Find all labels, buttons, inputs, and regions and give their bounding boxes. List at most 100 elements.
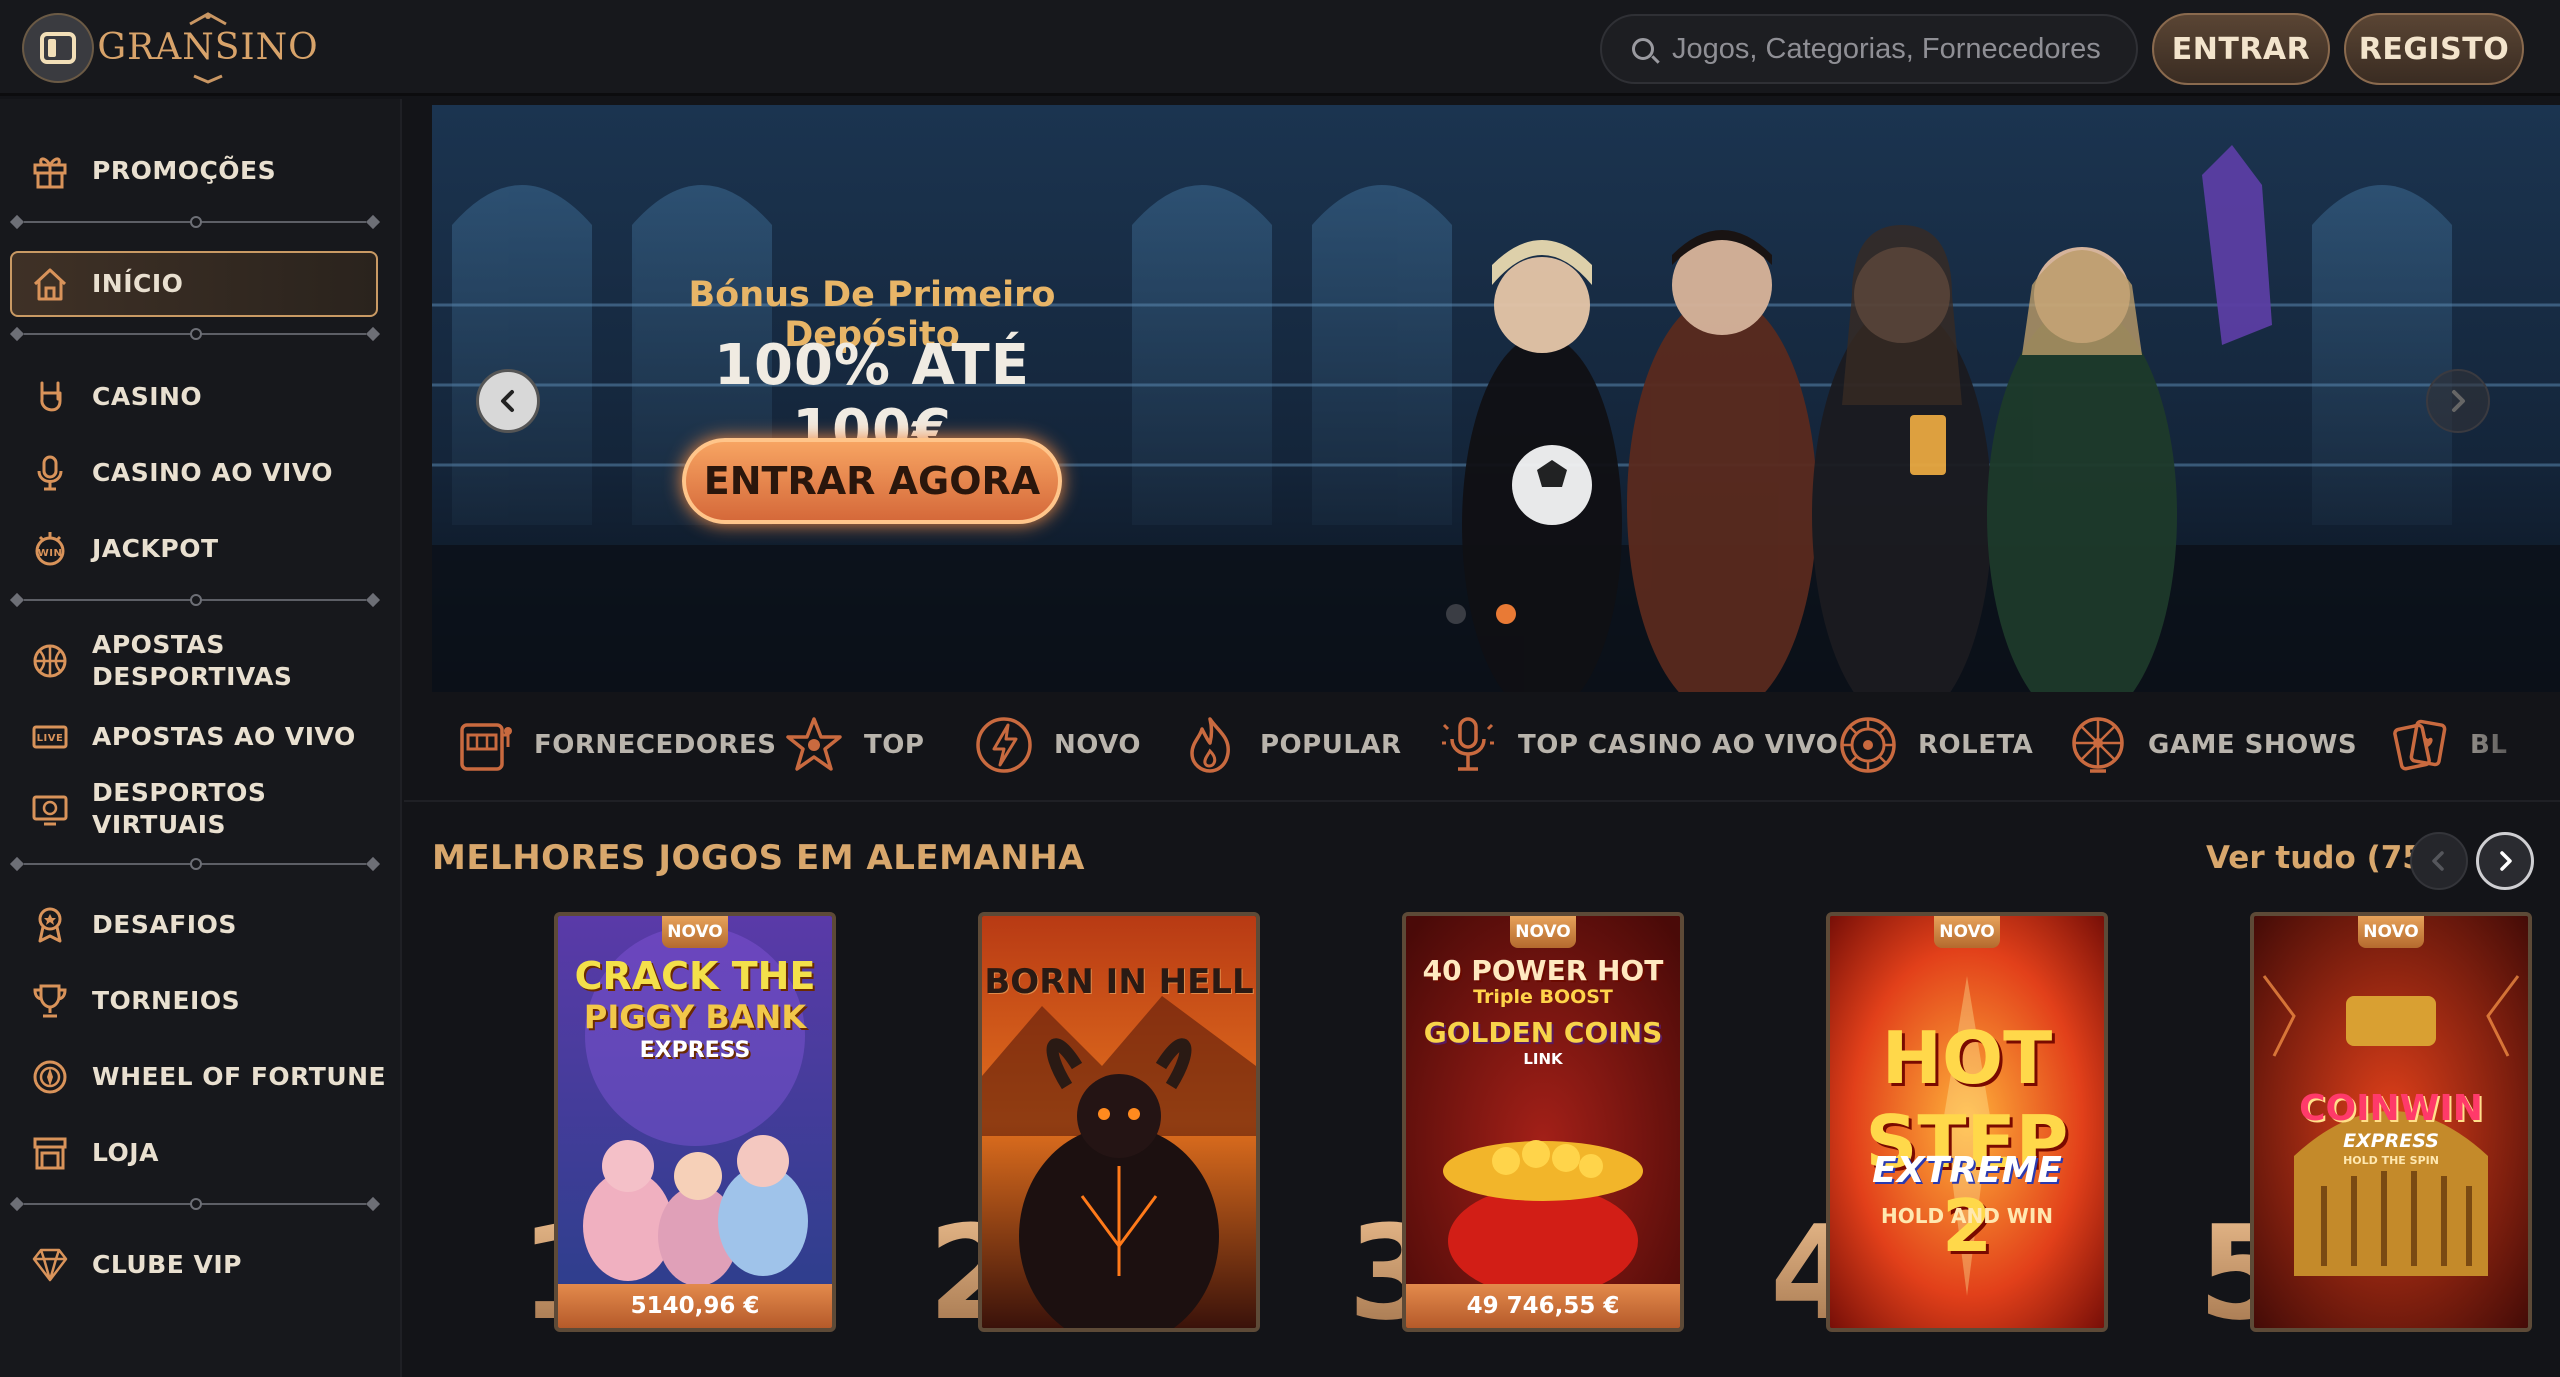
medal-icon — [30, 905, 70, 945]
sidebar-item-desportos-virtuais[interactable]: DESPORTOS VIRTUAIS — [30, 777, 350, 841]
rock-hand-icon — [30, 377, 70, 417]
sidebar-item-label: DESAFIOS — [92, 910, 237, 939]
category-label: TOP — [864, 730, 925, 760]
gift-icon — [30, 151, 70, 191]
category-label: POPULAR — [1260, 730, 1402, 760]
game-title-line: HOT STEP 2 — [1865, 1016, 2069, 1268]
sidebar-item-label: APOSTAS DESPORTIVAS — [92, 630, 293, 691]
sidebar-divider — [9, 326, 381, 342]
game-card-5[interactable]: COINWIN EXPRESS HOLD THE SPIN NOVO — [2250, 912, 2532, 1332]
flame-icon — [1190, 717, 1230, 773]
category-label: NOVO — [1054, 730, 1141, 760]
category-game-shows[interactable]: GAME SHOWS — [2066, 700, 2357, 790]
game-title-line: PIGGY BANK — [583, 998, 807, 1036]
section-title: MELHORES JOGOS EM ALEMANHA — [432, 838, 1085, 878]
login-button[interactable]: ENTRAR — [2152, 13, 2330, 85]
site-logo[interactable]: GRANSINO — [97, 10, 318, 84]
chevron-right-icon — [2500, 851, 2512, 871]
chevron-left-icon — [2432, 851, 2444, 871]
category-popular[interactable]: POPULAR — [1178, 700, 1402, 790]
sidebar-divider — [9, 214, 381, 230]
game-card-4[interactable]: HOT STEP 2 EXTREME HOLD AND WIN NOVO — [1826, 912, 2108, 1332]
content-divider — [404, 800, 2560, 802]
category-label: TOP CASINO AO VIVO — [1518, 730, 1839, 760]
game-title-line: HOLD AND WIN — [1880, 1204, 2054, 1228]
sidebar-item-inicio[interactable]: INÍCIO — [30, 264, 183, 304]
new-badge: NOVO — [662, 916, 728, 948]
sidebar-item-torneios[interactable]: TORNEIOS — [30, 981, 240, 1021]
sidebar-item-label: INÍCIO — [92, 269, 184, 298]
sidebar-item-apostas-desportivas[interactable]: APOSTAS DESPORTIVAS — [30, 629, 350, 693]
banner-next-button[interactable] — [2426, 369, 2490, 433]
sidebar-divider — [9, 856, 381, 872]
sidebar-item-label: TORNEIOS — [92, 986, 241, 1015]
sidebar-item-casino-ao-vivo[interactable]: CASINO AO VIVO — [30, 453, 333, 493]
top-header: GRANSINO ENTRAR REGISTO — [0, 0, 2560, 96]
promo-banner[interactable]: Bónus De Primeiro Depósito 100% ATÉ 100€… — [432, 105, 2560, 692]
live-badge-icon: LIVE — [30, 717, 70, 757]
category-top-casino-ao-vivo[interactable]: TOP CASINO AO VIVO — [1436, 700, 1838, 790]
lightning-icon — [976, 717, 1032, 773]
new-badge: NOVO — [1934, 916, 2000, 948]
sidebar-divider — [9, 592, 381, 608]
game-title-line: EXTREME — [1872, 1150, 2062, 1191]
sidebar-item-wheel-of-fortune[interactable]: WHEEL OF FORTUNE — [30, 1057, 386, 1097]
category-fornecedores[interactable]: FORNECEDORES — [452, 700, 776, 790]
sidebar-item-jackpot[interactable]: WIN JACKPOT — [30, 529, 219, 569]
sidebar-item-label: CLUBE VIP — [92, 1250, 242, 1279]
microphone-icon — [1442, 717, 1494, 771]
wheel-icon — [30, 1057, 70, 1097]
sidebar-item-label: PROMOÇÕES — [92, 156, 277, 185]
category-roleta[interactable]: ROLETA — [1836, 700, 2033, 790]
chevron-left-icon — [501, 390, 514, 412]
sidebar-item-label: LOJA — [92, 1138, 159, 1167]
banner-cta-button[interactable]: ENTRAR AGORA — [682, 438, 1062, 524]
game-card-3[interactable]: 40 POWER HOT Triple BOOST GOLDEN COINS L… — [1402, 912, 1684, 1332]
game-title-line: EXPRESS — [2343, 1130, 2439, 1152]
slide-indicator-1[interactable] — [1446, 604, 1466, 624]
svg-text:LIVE: LIVE — [37, 733, 64, 744]
sidebar-item-loja[interactable]: LOJA — [30, 1133, 159, 1173]
game-title-line: Triple BOOST — [1473, 986, 1613, 1008]
sidebar-item-apostas-ao-vivo[interactable]: LIVE APOSTAS AO VIVO — [30, 717, 356, 757]
game-title-line: CRACK THE — [574, 954, 816, 998]
home-icon — [30, 264, 70, 304]
prize-wheel-icon — [2072, 717, 2124, 773]
category-top[interactable]: TOP — [782, 700, 924, 790]
game-title-line: COINWIN — [2299, 1088, 2483, 1129]
shop-icon — [30, 1133, 70, 1173]
banner-prev-button[interactable] — [476, 369, 540, 433]
game-card-1[interactable]: CRACK THE PIGGY BANK EXPRESS NOVO 5140,9… — [554, 912, 836, 1332]
game-title-line: GOLDEN COINS — [1423, 1016, 1663, 1049]
search-input[interactable] — [1672, 32, 2112, 66]
games-next-button[interactable] — [2476, 832, 2534, 890]
jackpot-amount: 5140,96 € — [558, 1284, 832, 1328]
svg-text:WIN: WIN — [38, 548, 63, 559]
sidebar-item-desafios[interactable]: DESAFIOS — [30, 905, 237, 945]
sidebar-item-label: CASINO AO VIVO — [92, 458, 333, 487]
game-title-line: EXPRESS — [639, 1038, 751, 1063]
category-bar: FORNECEDORES TOP NOVO POPULAR TOP CASINO… — [432, 700, 2560, 790]
sidebar-toggle-button[interactable] — [22, 13, 94, 83]
sidebar: PROMOÇÕES INÍCIO CASINO CASINO AO VIVO W… — [0, 99, 402, 1377]
category-label: ROLETA — [1918, 730, 2034, 760]
sidebar-divider — [9, 1196, 381, 1212]
jackpot-win-icon: WIN — [30, 529, 70, 569]
category-novo[interactable]: NOVO — [972, 700, 1141, 790]
register-button[interactable]: REGISTO — [2344, 13, 2524, 85]
sidebar-item-label: DESPORTOS VIRTUAIS — [92, 778, 267, 839]
trophy-icon — [30, 981, 70, 1021]
game-card-2[interactable]: BORN IN HELL — [978, 912, 1260, 1332]
slide-indicator-2[interactable] — [1496, 604, 1516, 624]
sidebar-item-casino[interactable]: CASINO — [30, 377, 202, 417]
logo-text: GRANSINO — [97, 26, 319, 68]
diamond-icon — [30, 1245, 70, 1285]
chevron-right-icon — [2452, 390, 2465, 412]
search-box[interactable] — [1600, 14, 2138, 84]
sidebar-item-clube-vip[interactable]: CLUBE VIP — [30, 1245, 242, 1285]
game-title-line: 40 POWER HOT — [1422, 954, 1664, 987]
sidebar-item-label: JACKPOT — [92, 534, 219, 563]
sidebar-toggle-icon — [40, 32, 76, 64]
games-prev-button[interactable] — [2410, 832, 2468, 890]
sidebar-item-promocoes[interactable]: PROMOÇÕES — [30, 151, 276, 191]
